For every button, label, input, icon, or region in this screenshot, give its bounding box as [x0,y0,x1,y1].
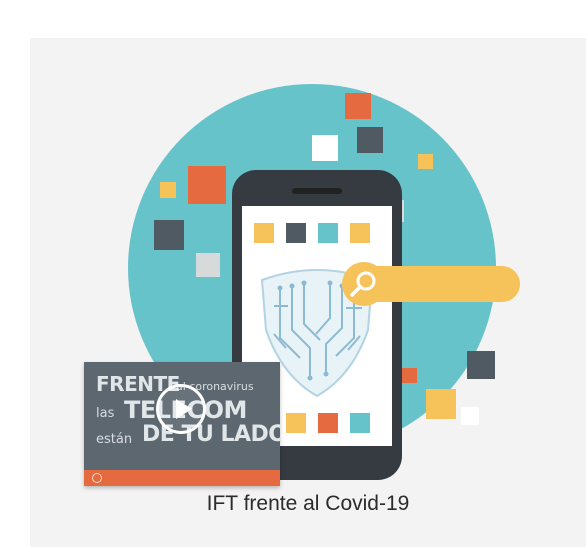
app-tile-teal [318,223,338,243]
square-yellow-right [426,389,456,419]
phone-earpiece [292,188,342,194]
square-grey-left [196,253,220,277]
video-progress-bar[interactable] [84,470,280,486]
square-orange [345,93,371,119]
search-bubble [342,262,386,306]
card-caption[interactable]: IFT frente al Covid-19 [30,492,586,516]
square-slate-right [467,351,495,379]
square-yellow [418,154,433,169]
square-orange-left [188,166,226,204]
video-title-estan: están [96,432,133,447]
app-tile-bottom-yellow [286,413,306,433]
square-white [312,135,338,161]
play-button[interactable] [156,384,206,434]
feature-card[interactable]: FRENTE al coronavirus las TELECOM están … [30,38,586,547]
video-bar-dot-icon [92,473,102,483]
app-tile-yellow-2 [350,223,370,243]
square-yellow-left [160,182,176,198]
video-thumbnail[interactable]: FRENTE al coronavirus las TELECOM están … [84,362,280,486]
play-icon [176,399,192,419]
square-slate-left [154,220,184,250]
square-slate [357,127,383,153]
app-tile-bottom-orange [318,413,338,433]
app-tile-yellow [254,223,274,243]
app-tile-slate [286,223,306,243]
video-title-las: las [96,406,115,421]
square-white-right [461,407,479,425]
square-orange-right [402,368,417,383]
app-tile-bottom-teal [350,413,370,433]
